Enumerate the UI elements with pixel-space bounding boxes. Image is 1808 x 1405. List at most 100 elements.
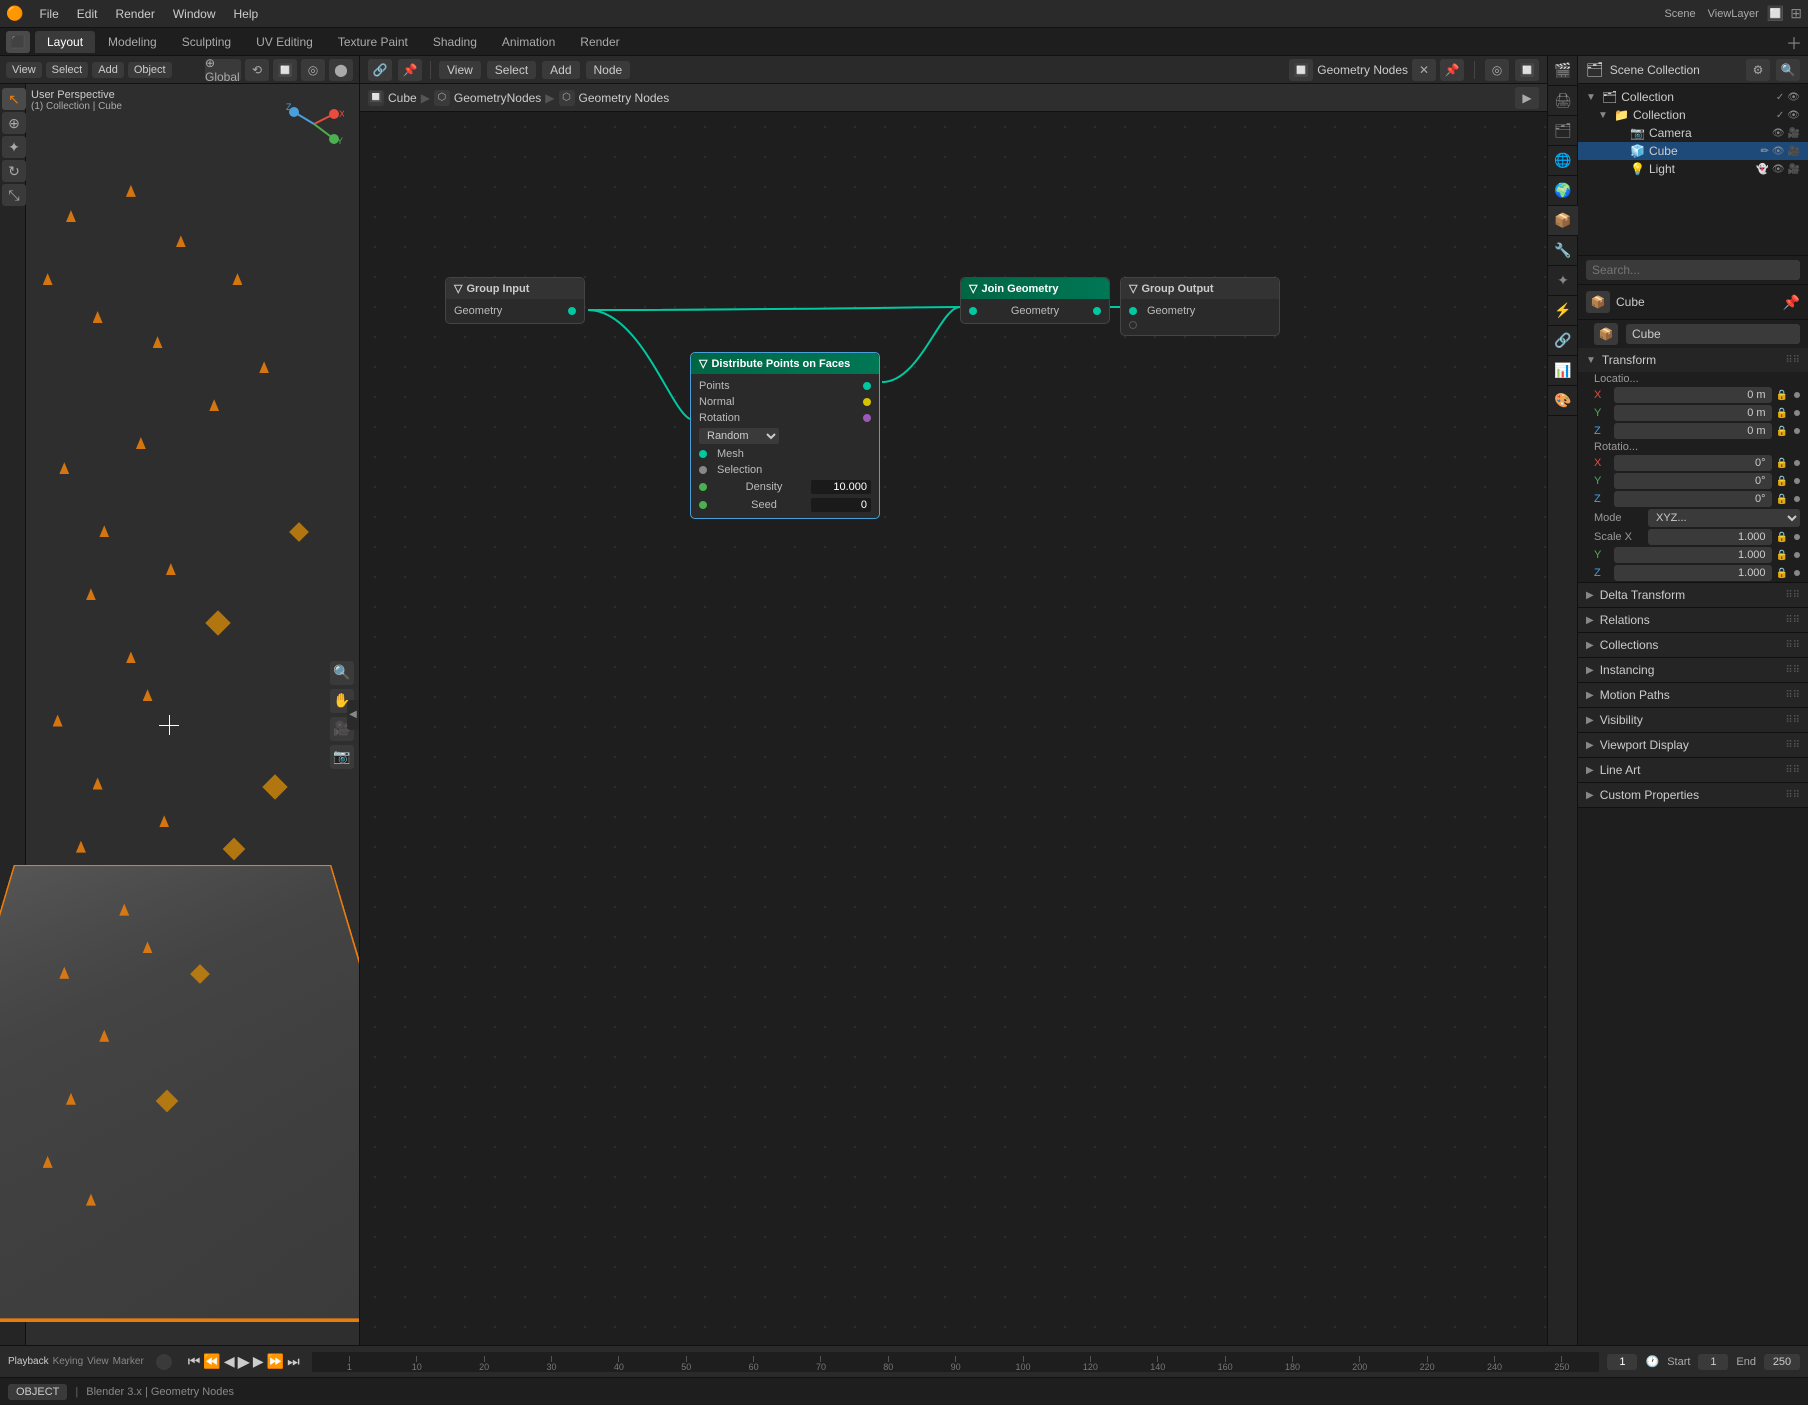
outliner-scene-collection[interactable]: ▼ 🗂 Collection ✓ 👁 [1578,88,1808,106]
scene-collection-render-icon[interactable]: ✓ [1776,92,1784,103]
viewport-shading-btn[interactable]: ⬤ [329,59,353,81]
end-frame-input[interactable]: 250 [1764,1354,1800,1370]
light-view-icon[interactable]: 👁 [1772,164,1785,175]
marker-label[interactable]: Marker [113,1356,144,1367]
scale-y-lock-icon[interactable]: 🔒 [1776,550,1788,561]
scale-z-lock-icon[interactable]: 🔒 [1776,568,1788,579]
jump-start-btn[interactable]: ⏮ [188,1353,201,1370]
camera-icon[interactable]: 📷 [330,745,354,769]
timeline-ruler[interactable]: 1 10 20 30 40 50 [312,1352,1600,1372]
outliner-cube[interactable]: 🧊 Cube ✏ 👁 🎥 [1578,142,1808,160]
rot-y-lock-icon[interactable]: 🔒 [1776,476,1788,487]
viewport-snap-btn[interactable]: 🔲 [273,59,297,81]
current-frame-input[interactable]: 1 [1607,1354,1637,1370]
viewport-3d-canvas[interactable]: X Y Z User Perspective (1) Collection | … [26,84,359,1345]
output-extra-socket[interactable] [1129,321,1137,329]
next-frame-btn[interactable]: ▶ [253,1353,264,1370]
custom-props-header[interactable]: ▶ Custom Properties ⠿⠿ [1578,783,1808,807]
viewport-select-btn[interactable]: Select [46,62,89,78]
node-canvas[interactable]: ▽ Group Input Geometry ▽ Distribute Poin… [360,112,1547,1345]
tab-uv-editing[interactable]: UV Editing [244,31,325,53]
delta-transform-header[interactable]: ▶ Delta Transform ⠿⠿ [1578,583,1808,607]
group-input-node[interactable]: ▽ Group Input Geometry [445,277,585,324]
tab-shading[interactable]: Shading [421,31,489,53]
cube-edit-icon[interactable]: ✏ [1760,146,1768,157]
particles-props-icon[interactable]: ✦ [1548,266,1578,296]
side-panel-toggle-btn[interactable]: ▶ [1515,87,1539,109]
add-workspace-btn[interactable]: ＋ [1786,30,1802,54]
node-add-btn[interactable]: Add [542,61,579,79]
motion-paths-header[interactable]: ▶ Motion Paths ⠿⠿ [1578,683,1808,707]
line-art-header[interactable]: ▶ Line Art ⠿⠿ [1578,758,1808,782]
tab-render[interactable]: Render [568,31,631,53]
snapping-btn[interactable]: 🔲 [1515,59,1539,81]
menu-edit[interactable]: Edit [69,5,106,23]
seed-socket[interactable] [699,501,707,509]
method-dropdown[interactable]: Random Poisson Disk [699,428,779,444]
physics-props-icon[interactable]: ⚡ [1548,296,1578,326]
light-render-icon[interactable]: 🎥 [1788,164,1800,175]
loc-y-value[interactable]: 0 m [1614,405,1772,421]
pin-object-btn[interactable]: 📌 [1783,294,1800,311]
tab-animation[interactable]: Animation [490,31,567,53]
viewport-display-header[interactable]: ▶ Viewport Display ⠿⠿ [1578,733,1808,757]
keying-label[interactable]: Keying [53,1356,84,1367]
join-geometry-output[interactable] [1093,307,1101,315]
jump-end-btn[interactable]: ⏭ [287,1353,300,1370]
collection-view-icon[interactable]: 👁 [1787,110,1800,121]
select-tool-btn[interactable]: ↖ [2,88,26,110]
rot-y-value[interactable]: 0° [1614,473,1772,489]
seed-input[interactable]: 0 [811,498,871,512]
cursor-tool-btn[interactable]: ⊕ [2,112,26,134]
outliner-camera[interactable]: 📷 Camera 👁 🎥 [1578,124,1808,142]
scene-props-icon[interactable]: 🌐 [1548,146,1578,176]
node-view-btn[interactable]: View [439,61,481,79]
rotation-mode-select[interactable]: XYZ... Quaternion Axis Angle [1648,509,1800,527]
scale-tool-btn[interactable]: ⤡ [2,184,26,206]
distribute-points-node[interactable]: ▽ Distribute Points on Faces Points Norm… [690,352,880,519]
next-keyframe-btn[interactable]: ⏩ [267,1353,284,1370]
breadcrumb-geo-nodes[interactable]: GeometryNodes [454,91,541,105]
object-props-icon[interactable]: 📦 [1548,206,1578,236]
rotation-output-socket[interactable] [863,414,871,422]
material-props-icon[interactable]: 🎨 [1548,386,1578,416]
pin-btn[interactable]: 📌 [398,59,422,81]
outliner-search-btn[interactable]: 🔍 [1776,59,1800,81]
density-input[interactable]: 10.000 [811,480,871,494]
output-geometry-socket[interactable] [1129,307,1137,315]
rot-x-value[interactable]: 0° [1614,455,1772,471]
outliner-filter-btn[interactable]: ⚙ [1746,59,1770,81]
prev-keyframe-btn[interactable]: ⏪ [203,1353,220,1370]
scale-z-value[interactable]: 1.000 [1614,565,1772,581]
rot-x-lock-icon[interactable]: 🔒 [1776,458,1788,469]
data-props-icon[interactable]: 📊 [1548,356,1578,386]
scene-collection-view-icon[interactable]: 👁 [1787,92,1800,103]
tab-modeling[interactable]: Modeling [96,31,169,53]
cube-view-icon[interactable]: 👁 [1772,146,1785,157]
loc-x-lock-icon[interactable]: 🔒 [1776,390,1788,401]
view-label[interactable]: View [87,1356,109,1367]
viewport-overlay-btn[interactable]: ◎ [301,59,325,81]
viewport-object-btn[interactable]: Object [128,62,172,78]
cube-render-icon[interactable]: 🎥 [1788,146,1800,157]
view-layer-props-icon[interactable]: 🗂 [1548,116,1578,146]
tab-layout[interactable]: Layout [35,31,95,53]
properties-search-input[interactable] [1586,260,1800,280]
loc-z-lock-icon[interactable]: 🔒 [1776,426,1788,437]
scale-x-value[interactable]: 1.000 [1648,529,1772,545]
geo-nodes-pin-btn[interactable]: 📌 [1440,59,1464,81]
selection-input-socket[interactable] [699,466,707,474]
relations-header[interactable]: ▶ Relations ⠿⠿ [1578,608,1808,632]
viewport-global-btn[interactable]: ⊕ Global [205,59,241,81]
move-tool-btn[interactable]: ✦ [2,136,26,158]
tab-texture-paint[interactable]: Texture Paint [326,31,420,53]
normal-output-socket[interactable] [863,398,871,406]
rot-z-lock-icon[interactable]: 🔒 [1776,494,1788,505]
outliner-light[interactable]: 💡 Light 👻 👁 🎥 [1578,160,1808,178]
tab-sculpting[interactable]: Sculpting [170,31,243,53]
node-node-btn[interactable]: Node [586,61,631,79]
outliner-collection[interactable]: ▼ 📁 Collection ✓ 👁 [1578,106,1808,124]
points-output-socket[interactable] [863,382,871,390]
menu-help[interactable]: Help [226,5,267,23]
node-select-btn[interactable]: Select [487,61,536,79]
